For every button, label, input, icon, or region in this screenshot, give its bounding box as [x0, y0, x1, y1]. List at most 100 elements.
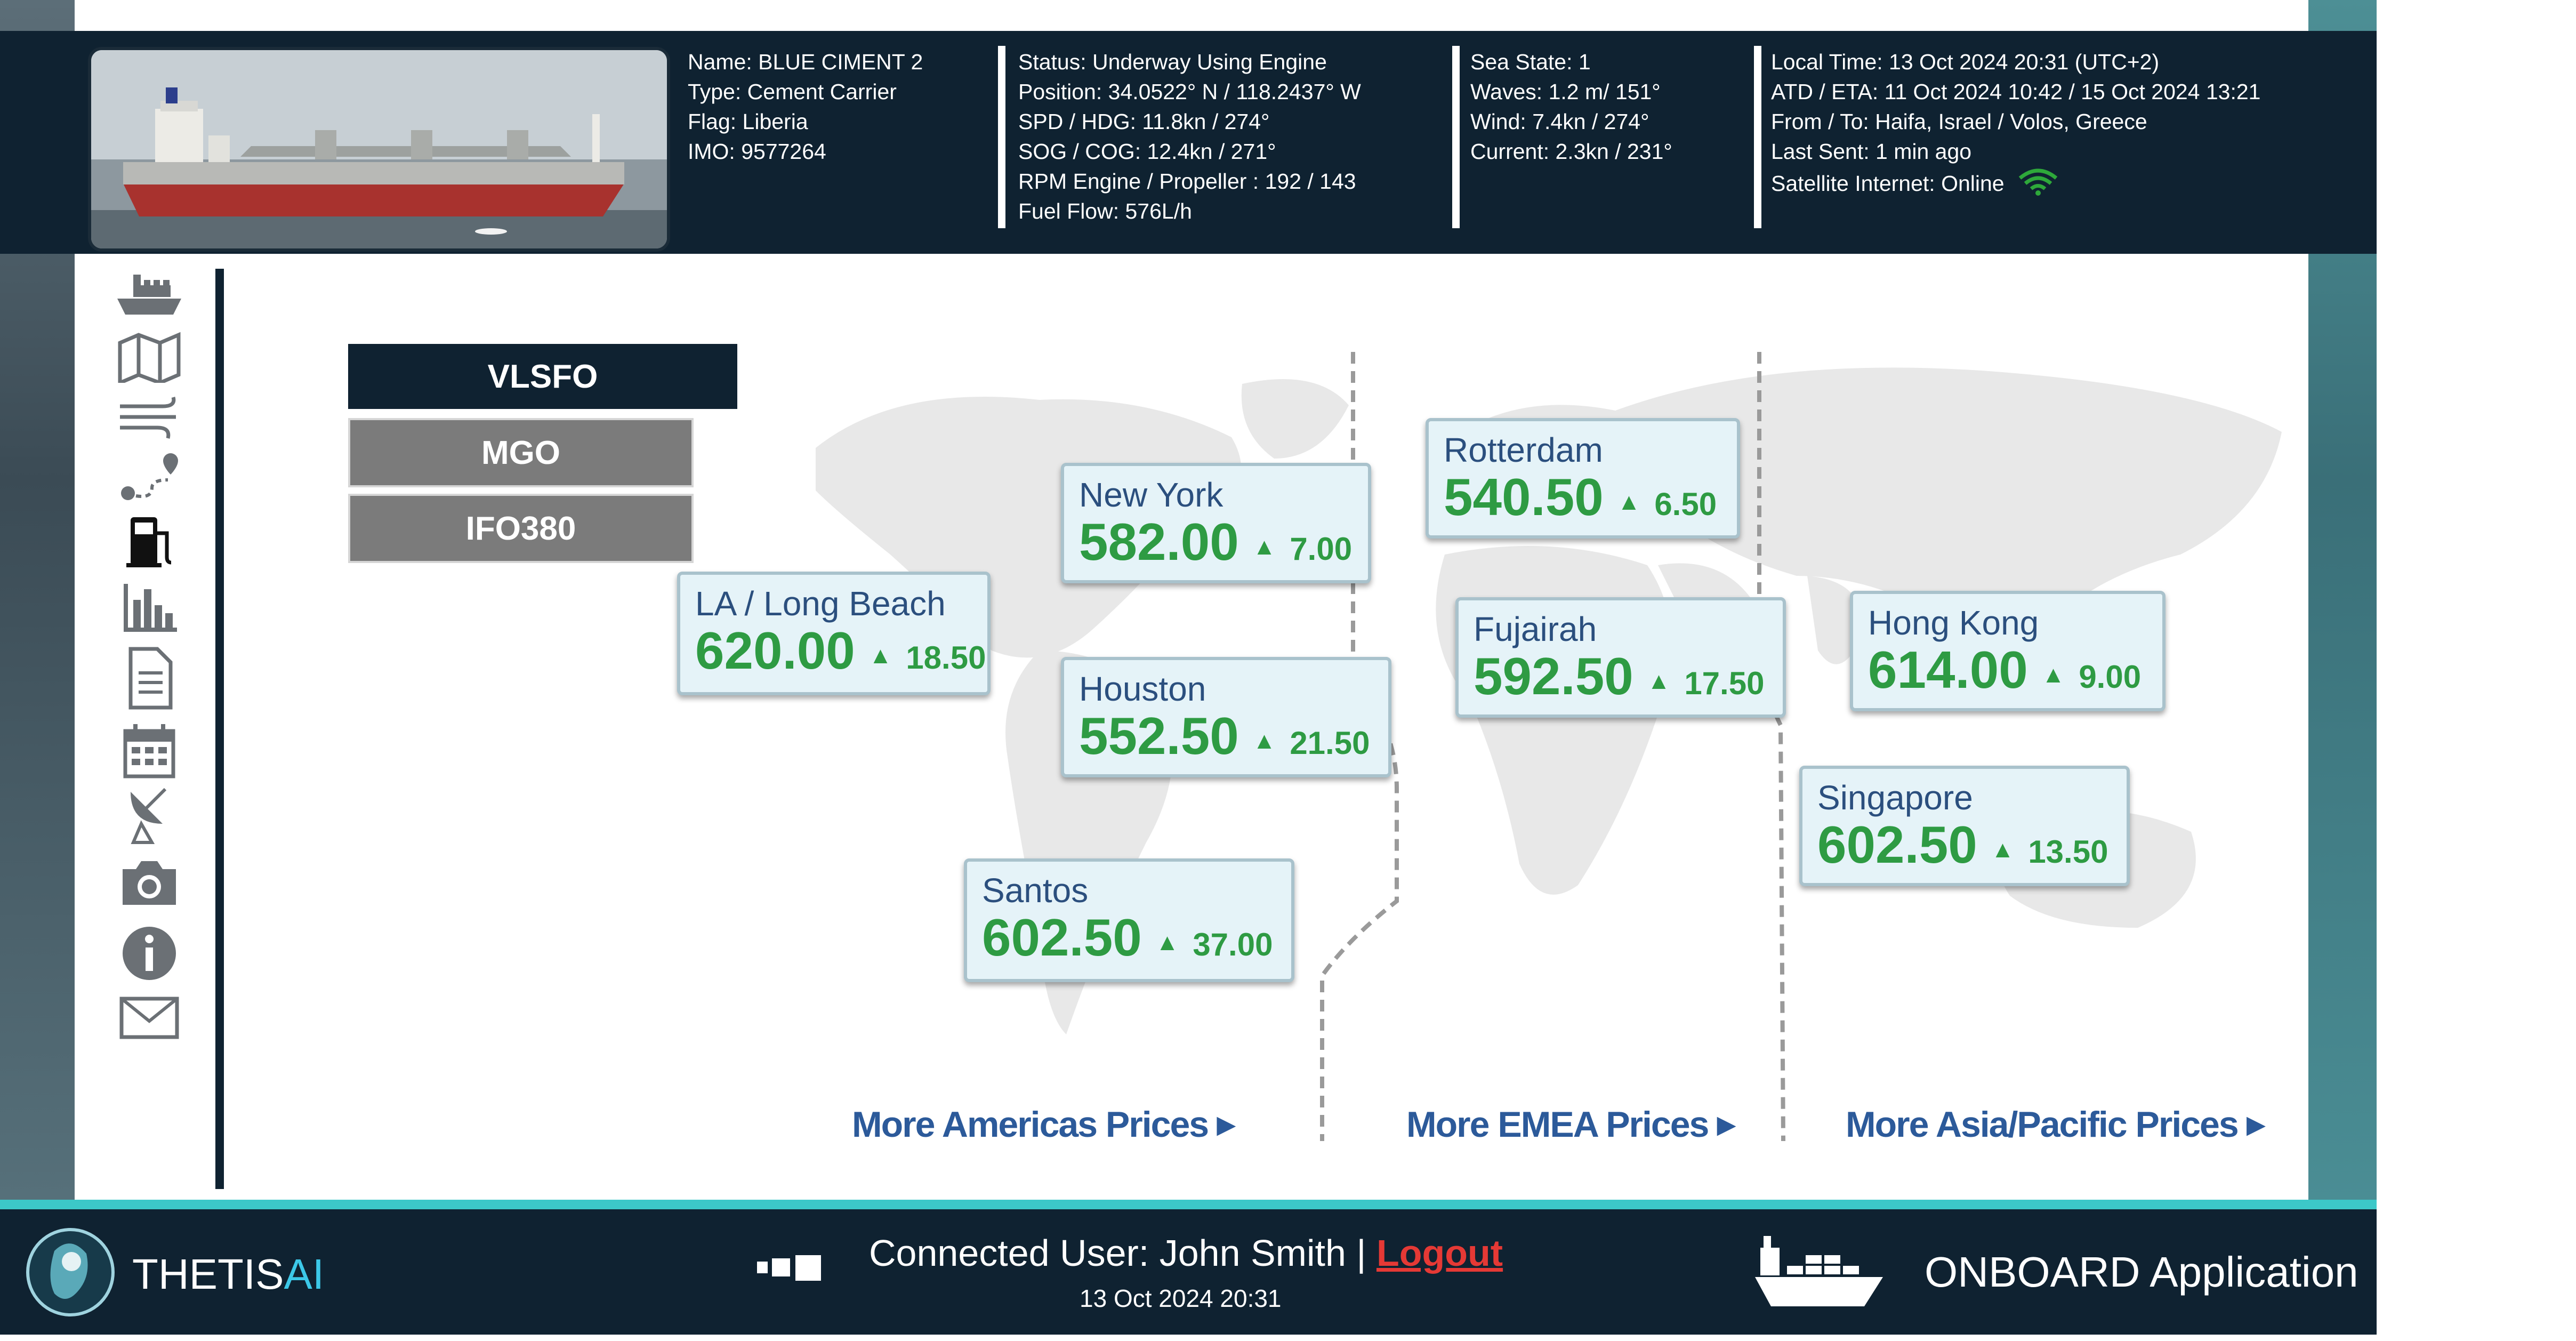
more-americas-prices-link[interactable]: More Americas Prices ▶	[852, 1104, 1235, 1145]
brand-main: THETIS	[132, 1250, 284, 1298]
price-card-fujairah[interactable]: Fujairah 592.50 ▲ 17.50	[1455, 597, 1786, 718]
up-arrow-icon: ▲	[1155, 929, 1179, 955]
price-value: 602.50	[982, 908, 1142, 967]
sidebar-divider	[215, 269, 224, 1189]
satellite-internet-label: Satellite Internet: Online	[1771, 171, 2005, 196]
port-price: 602.50 ▲ 13.50	[1817, 817, 2112, 880]
up-arrow-icon: ▲	[1647, 668, 1671, 694]
vessel-photo	[88, 47, 670, 252]
waves: Waves: 1.2 m/ 151°	[1470, 79, 1661, 104]
thetis-logo-icon	[22, 1224, 118, 1323]
tab-ifo380[interactable]: IFO380	[348, 494, 694, 563]
info-icon[interactable]	[109, 924, 189, 983]
price-value: 540.50	[1444, 468, 1604, 526]
price-change: 37.00	[1193, 927, 1273, 962]
satellite-internet: Satellite Internet: Online	[1771, 166, 2260, 196]
port-price: 614.00 ▲ 9.00	[1868, 642, 2147, 705]
more-emea-prices-link[interactable]: More EMEA Prices ▶	[1406, 1104, 1735, 1145]
up-arrow-icon: ▲	[868, 643, 892, 669]
fuel-pump-icon[interactable]	[109, 512, 189, 571]
tab-mgo[interactable]: MGO	[348, 418, 694, 487]
connected-user-label: Connected User: John Smith |	[869, 1232, 1376, 1274]
ship-logo-icon	[1750, 1226, 1888, 1314]
vessel-name: Name: BLUE CIMENT 2	[688, 50, 923, 74]
price-value: 592.50	[1474, 647, 1633, 705]
port-name: New York	[1079, 476, 1223, 514]
caret-right-icon: ▶	[1717, 1112, 1735, 1138]
price-change: 6.50	[1654, 486, 1717, 522]
port-price: 540.50 ▲ 6.50	[1444, 469, 1722, 532]
logout-link[interactable]: Logout	[1376, 1232, 1503, 1274]
price-card-singapore[interactable]: Singapore 602.50 ▲ 13.50	[1799, 766, 2130, 886]
satellite-dish-icon[interactable]	[109, 784, 189, 844]
document-icon[interactable]	[109, 647, 189, 710]
connected-user: Connected User: John Smith | Logout	[869, 1232, 1503, 1274]
atd-eta: ATD / ETA: 11 Oct 2024 10:42 / 15 Oct 20…	[1771, 79, 2261, 104]
price-card-rotterdam[interactable]: Rotterdam 540.50 ▲ 6.50	[1426, 418, 1740, 539]
port-price: 552.50 ▲ 21.50	[1079, 708, 1373, 771]
wind-icon[interactable]	[109, 388, 189, 446]
price-value: 602.50	[1817, 815, 1977, 874]
more-apac-prices-link[interactable]: More Asia/Pacific Prices ▶	[1846, 1104, 2265, 1145]
price-change: 7.00	[1290, 531, 1353, 567]
price-value: 614.00	[1868, 640, 2028, 699]
vessel-header: Name: BLUE CIMENT 2 Type: Cement Carrier…	[0, 31, 2377, 254]
port-price: 592.50 ▲ 17.50	[1474, 648, 1768, 711]
mail-icon[interactable]	[109, 988, 189, 1047]
last-sent: Last Sent: 1 min ago	[1771, 139, 1972, 164]
nav-fuel-flow: Fuel Flow: 576L/h	[1018, 199, 1192, 223]
price-change: 21.50	[1290, 725, 1370, 761]
price-card-new-york[interactable]: New York 582.00 ▲ 7.00	[1061, 463, 1371, 583]
map-icon[interactable]	[109, 327, 189, 386]
vessel-info: Name: BLUE CIMENT 2 Type: Cement Carrier…	[688, 47, 923, 166]
wind: Wind: 7.4kn / 274°	[1470, 109, 1649, 134]
bar-chart-icon[interactable]	[109, 579, 189, 637]
voyage-info: Local Time: 13 Oct 2024 20:31 (UTC+2) AT…	[1771, 47, 2260, 196]
brand-name: THETISAI	[132, 1250, 324, 1299]
app-name: ONBOARD Application	[1925, 1248, 2358, 1296]
price-change: 9.00	[2079, 659, 2142, 695]
more-americas-label: More Americas Prices	[852, 1104, 1209, 1145]
navigation-info: Status: Underway Using Engine Position: …	[1018, 47, 1361, 226]
more-apac-label: More Asia/Pacific Prices	[1846, 1104, 2239, 1145]
port-price: 602.50 ▲ 37.00	[982, 910, 1276, 973]
toggle-icon[interactable]	[756, 1253, 825, 1286]
port-name: Rotterdam	[1444, 431, 1603, 469]
port-name: Hong Kong	[1868, 604, 2039, 642]
price-value: 552.50	[1079, 706, 1239, 765]
up-arrow-icon: ▲	[1252, 728, 1276, 754]
camera-icon[interactable]	[109, 853, 189, 912]
tab-vlsfo[interactable]: VLSFO	[348, 344, 737, 409]
footer-date: 13 Oct 2024 20:31	[1080, 1284, 1282, 1312]
local-time: Local Time: 13 Oct 2024 20:31 (UTC+2)	[1771, 50, 2160, 74]
vessel-flag: Flag: Liberia	[688, 109, 808, 134]
price-change: 13.50	[2028, 834, 2108, 870]
route-icon[interactable]	[109, 448, 189, 507]
price-card-houston[interactable]: Houston 552.50 ▲ 21.50	[1061, 657, 1391, 777]
vessel-imo: IMO: 9577264	[688, 139, 826, 164]
port-name: LA / Long Beach	[695, 584, 946, 623]
ship-icon[interactable]	[109, 264, 189, 323]
more-emea-label: More EMEA Prices	[1406, 1104, 1709, 1145]
port-name: Singapore	[1817, 778, 1973, 817]
price-change: 18.50	[906, 640, 986, 676]
up-arrow-icon: ▲	[1252, 534, 1276, 560]
up-arrow-icon: ▲	[1991, 837, 2015, 863]
port-price: 620.00 ▲ 18.50	[695, 623, 986, 686]
nav-spd-hdg: SPD / HDG: 11.8kn / 274°	[1018, 109, 1270, 134]
port-name: Santos	[982, 871, 1089, 910]
wifi-icon	[2017, 166, 2059, 204]
price-card-hong-kong[interactable]: Hong Kong 614.00 ▲ 9.00	[1850, 591, 2166, 711]
background-top	[75, 0, 2308, 31]
weather-info: Sea State: 1 Waves: 1.2 m/ 151° Wind: 7.…	[1470, 47, 1672, 166]
header-divider	[1754, 46, 1761, 228]
current: Current: 2.3kn / 231°	[1470, 139, 1672, 164]
nav-position: Position: 34.0522° N / 118.2437° W	[1018, 79, 1361, 104]
nav-sog-cog: SOG / COG: 12.4kn / 271°	[1018, 139, 1276, 164]
calendar-icon[interactable]	[109, 721, 189, 780]
sea-state: Sea State: 1	[1470, 50, 1591, 74]
price-card-santos[interactable]: Santos 602.50 ▲ 37.00	[964, 858, 1294, 982]
port-price: 582.00 ▲ 7.00	[1079, 514, 1353, 577]
price-card-la-long-beach[interactable]: LA / Long Beach 620.00 ▲ 18.50	[677, 572, 991, 695]
caret-right-icon: ▶	[1217, 1112, 1235, 1138]
